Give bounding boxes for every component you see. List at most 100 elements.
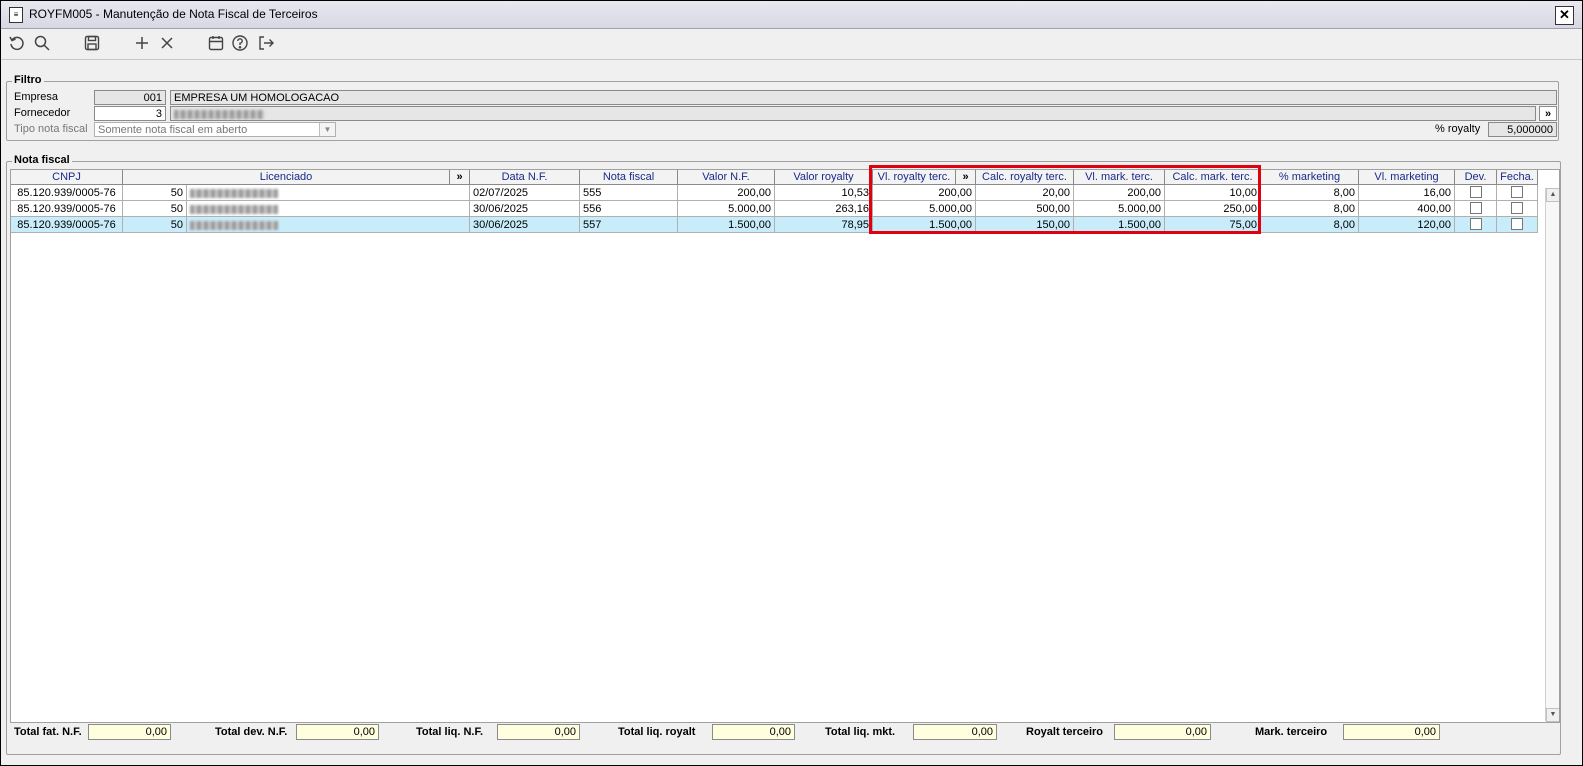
cell-cnpj[interactable]: 85.120.939/0005-76 [11,217,123,233]
cell-valor[interactable]: 200,00 [678,185,775,201]
cell-calc-royalty-terc[interactable]: 150,00 [976,217,1074,233]
redacted-text [174,109,264,119]
cell-pct-marketing[interactable]: 8,00 [1261,185,1359,201]
cell-vl-marketing[interactable]: 400,00 [1359,201,1455,217]
cell-lic-code[interactable]: 50 [123,185,187,201]
scroll-down-icon[interactable]: ▼ [1546,708,1559,722]
col-header-vl-mark-terc[interactable]: Vl. mark. terc. [1074,170,1165,185]
col-header-vl-royalty-terc[interactable]: Vl. royalty terc. [873,170,956,185]
checkbox-icon[interactable] [1511,202,1523,215]
checkbox-icon[interactable] [1511,218,1523,231]
cell-vl-royalty-terc[interactable]: 200,00 [873,185,976,201]
cell-nota[interactable]: 556 [580,201,678,217]
cell-calc-royalty-terc[interactable]: 20,00 [976,185,1074,201]
col-header-data[interactable]: Data N.F. [470,170,580,185]
col-header-nota[interactable]: Nota fiscal [580,170,678,185]
total-fat-field: 0,00 [88,724,171,740]
cell-valor[interactable]: 1.500,00 [678,217,775,233]
col-header-pct-marketing[interactable]: % marketing [1261,170,1359,185]
dev-checkbox[interactable] [1455,217,1497,233]
checkbox-icon[interactable] [1469,186,1482,199]
save-icon[interactable] [83,34,103,54]
fornecedor-label: Fornecedor [14,107,71,119]
checkbox-icon[interactable] [1469,218,1482,231]
search-icon[interactable] [33,34,53,54]
cell-nota[interactable]: 555 [580,185,678,201]
cell-licenciado[interactable] [187,201,470,217]
scroll-up-icon[interactable]: ▲ [1546,188,1559,202]
cell-vl-mark-terc[interactable]: 200,00 [1074,185,1165,201]
cell-vl-marketing[interactable]: 16,00 [1359,185,1455,201]
cell-nota[interactable]: 557 [580,217,678,233]
fornecedor-code-field[interactable]: 3 [94,106,166,121]
exit-icon[interactable] [257,34,277,54]
fecha-checkbox[interactable] [1497,217,1538,233]
nota-fiscal-legend: Nota fiscal [12,154,72,166]
cell-data[interactable]: 30/06/2025 [470,217,580,233]
tipo-nota-value: Somente nota fiscal em aberto [98,124,248,136]
nota-fiscal-grid: CNPJ Licenciado » Data N.F. Nota fiscal … [10,169,1560,723]
cell-vl-royalty-terc[interactable]: 5.000,00 [873,201,976,217]
col-header-fecha[interactable]: Fecha. [1497,170,1538,185]
cell-valor-royalty[interactable]: 263,16 [775,201,873,217]
cell-vl-marketing[interactable]: 120,00 [1359,217,1455,233]
cell-cnpj[interactable]: 85.120.939/0005-76 [11,185,123,201]
col-header-valor-royalty[interactable]: Valor royalty [775,170,873,185]
cell-licenciado[interactable] [187,185,470,201]
cell-licenciado[interactable] [187,217,470,233]
cell-calc-mark-terc[interactable]: 75,00 [1165,217,1261,233]
col-header-cnpj[interactable]: CNPJ [11,170,123,185]
col-header-licenciado[interactable]: Licenciado [123,170,450,185]
cell-valor[interactable]: 5.000,00 [678,201,775,217]
cell-cnpj[interactable]: 85.120.939/0005-76 [11,201,123,217]
cell-vl-mark-terc[interactable]: 5.000,00 [1074,201,1165,217]
empresa-code-field[interactable]: 001 [94,90,166,105]
cell-data[interactable]: 30/06/2025 [470,201,580,217]
total-dev-field: 0,00 [296,724,379,740]
cell-vl-mark-terc[interactable]: 1.500,00 [1074,217,1165,233]
vertical-scrollbar[interactable]: ▲ ▼ [1545,188,1559,722]
cell-calc-royalty-terc[interactable]: 500,00 [976,201,1074,217]
royalty-field: 5,000000 [1488,122,1557,137]
checkbox-icon[interactable] [1511,186,1523,199]
fornecedor-more-button[interactable]: » [1539,106,1557,121]
fecha-checkbox[interactable] [1497,201,1538,217]
col-header-calc-mark-terc[interactable]: Calc. mark. terc. [1165,170,1261,185]
chevron-down-icon[interactable]: ▼ [319,123,335,136]
cell-lic-code[interactable]: 50 [123,201,187,217]
app-icon: ≡ [9,7,23,23]
checkbox-icon[interactable] [1469,202,1482,215]
fecha-checkbox[interactable] [1497,185,1538,201]
help-icon[interactable] [231,34,251,54]
delete-icon[interactable] [158,34,178,54]
col-header-valor[interactable]: Valor N.F. [678,170,775,185]
undo-icon[interactable] [8,34,28,54]
cell-calc-mark-terc[interactable]: 250,00 [1165,201,1261,217]
cell-valor-royalty[interactable]: 78,95 [775,217,873,233]
tipo-nota-select[interactable]: Somente nota fiscal em aberto [94,122,336,137]
cell-valor-royalty[interactable]: 10,53 [775,185,873,201]
dev-checkbox[interactable] [1455,201,1497,217]
col-expand-button[interactable]: » [450,170,470,185]
cell-calc-mark-terc[interactable]: 10,00 [1165,185,1261,201]
col-expand-button-2[interactable]: » [956,170,976,185]
redacted-text [190,188,278,198]
add-icon[interactable] [133,34,153,54]
cell-pct-marketing[interactable]: 8,00 [1261,201,1359,217]
cell-data[interactable]: 02/07/2025 [470,185,580,201]
cell-pct-marketing[interactable]: 8,00 [1261,217,1359,233]
dev-checkbox[interactable] [1455,185,1497,201]
cell-lic-code[interactable]: 50 [123,217,187,233]
col-header-dev[interactable]: Dev. [1455,170,1497,185]
total-liq-mkt-label: Total liq. mkt. [825,726,896,738]
redacted-text [190,204,278,214]
close-button[interactable]: ✕ [1555,6,1574,25]
redacted-text [190,220,278,230]
total-liq-mkt-field: 0,00 [913,724,997,740]
col-header-vl-marketing[interactable]: Vl. marketing [1359,170,1455,185]
col-header-calc-royalty-terc[interactable]: Calc. royalty terc. [976,170,1074,185]
total-liq-field: 0,00 [497,724,580,740]
calendar-icon[interactable] [207,34,227,54]
toolbar [1,29,1582,60]
cell-vl-royalty-terc[interactable]: 1.500,00 [873,217,976,233]
